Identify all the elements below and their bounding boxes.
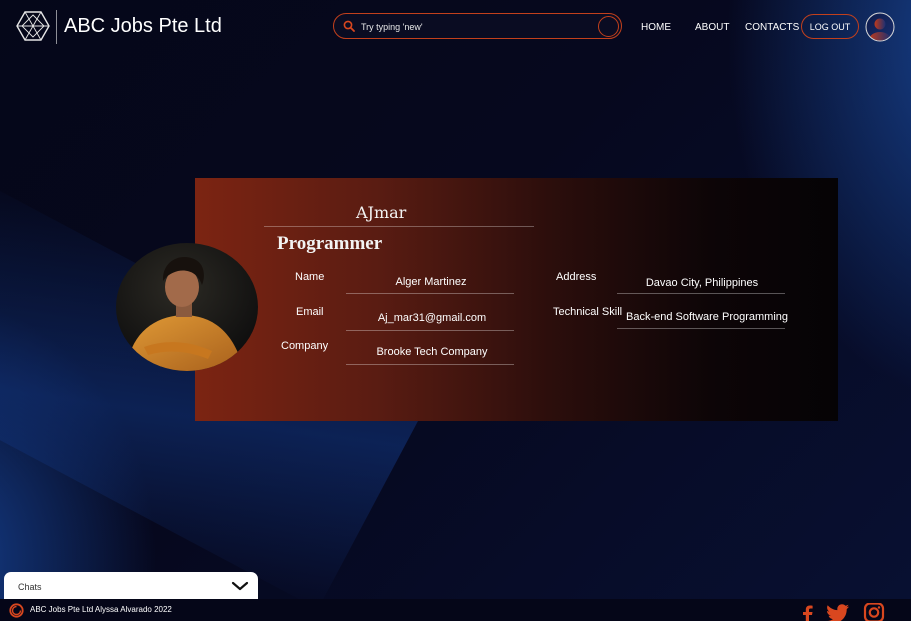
nav-contacts-link[interactable]: CONTACTS xyxy=(745,22,799,33)
top-navbar: ABC Jobs Pte Ltd HOME ABOUT CONTACTS LOG… xyxy=(0,0,911,54)
nav-home-link[interactable]: HOME xyxy=(641,22,671,33)
profile-photo-image xyxy=(116,243,258,371)
username-divider xyxy=(264,226,534,227)
footer-copyright: ABC Jobs Pte Ltd Alyssa Alvarado 2022 xyxy=(30,605,172,614)
name-underline xyxy=(346,293,514,294)
facebook-icon[interactable] xyxy=(800,603,814,621)
search-button[interactable] xyxy=(598,16,619,37)
technical-skill-value: Back-end Software Programming xyxy=(625,311,788,323)
chat-widget[interactable]: Chats xyxy=(4,572,258,602)
logo-icon[interactable] xyxy=(16,9,50,43)
email-label: Email xyxy=(296,306,324,318)
company-label: Company xyxy=(281,340,329,352)
technical-skill-underline xyxy=(617,328,785,329)
address-label: Address xyxy=(556,271,597,283)
brand-name[interactable]: ABC Jobs Pte Ltd xyxy=(64,15,222,38)
profile-job-title: Programmer xyxy=(277,233,383,254)
nav-about-link[interactable]: ABOUT xyxy=(695,22,729,33)
address-underline xyxy=(617,293,785,294)
email-underline xyxy=(346,330,514,331)
profile-photo xyxy=(116,243,258,371)
logout-button[interactable]: LOG OUT xyxy=(801,14,859,39)
company-value: Brooke Tech Company xyxy=(376,346,488,358)
technical-skill-label: Technical Skill xyxy=(553,306,623,318)
address-value: Davao City, Philippines xyxy=(645,277,759,289)
profile-card xyxy=(195,178,838,421)
footer: ABC Jobs Pte Ltd Alyssa Alvarado 2022 xyxy=(0,599,911,621)
name-value: Alger Martinez xyxy=(395,276,467,288)
search-icon xyxy=(343,20,355,32)
email-value: Aj_mar31@gmail.com xyxy=(377,312,487,324)
company-underline xyxy=(346,364,514,365)
footer-logo-icon xyxy=(9,603,24,618)
instagram-icon[interactable] xyxy=(862,603,886,621)
twitter-icon[interactable] xyxy=(826,603,850,621)
logo-divider xyxy=(56,10,57,44)
chevron-down-icon[interactable] xyxy=(231,580,249,592)
profile-username: AJmar xyxy=(356,203,407,222)
name-label: Name xyxy=(295,271,325,283)
chat-label: Chats xyxy=(18,582,42,592)
avatar-icon[interactable] xyxy=(865,12,895,42)
search-bar xyxy=(333,13,622,39)
search-input[interactable] xyxy=(361,19,591,34)
